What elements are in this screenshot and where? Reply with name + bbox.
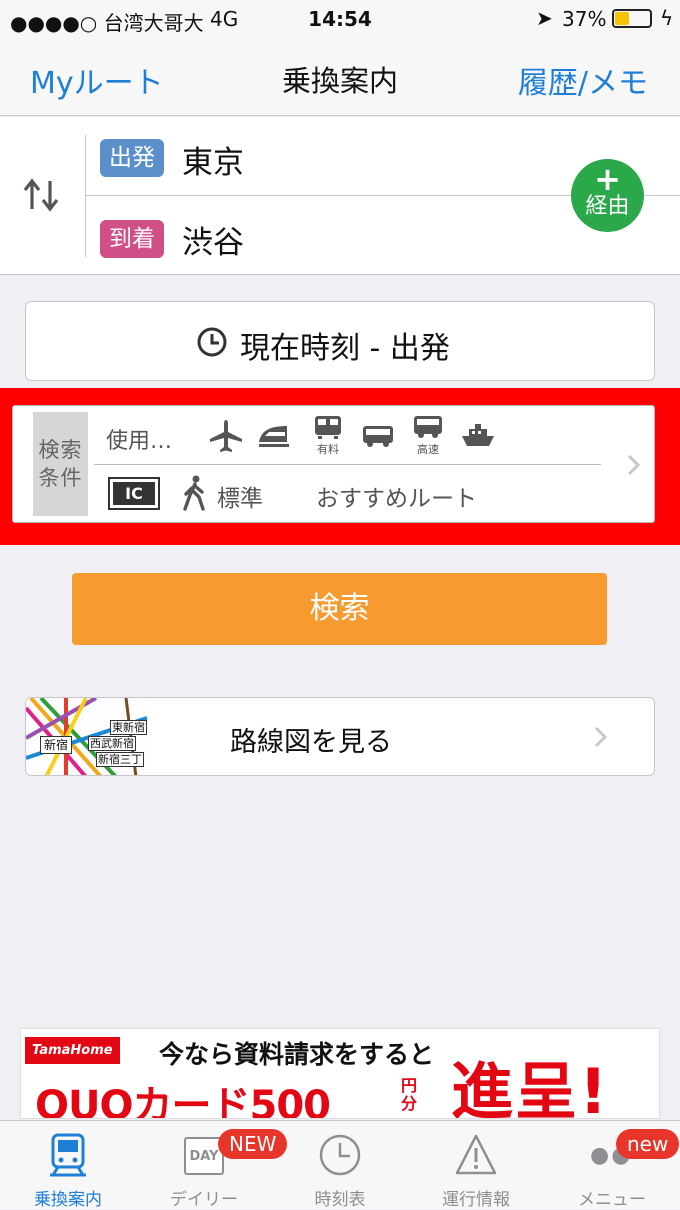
time-button-label: 現在時刻 - 出発 [240,331,450,366]
conditions-label: 検索条件 [33,412,88,516]
highway-label: 高速 [417,443,439,456]
map-station-label: 西武新宿 [88,736,136,751]
swap-stations-button[interactable] [22,175,62,219]
tab-label: デイリー [170,1190,238,1210]
tab-daily[interactable]: DAY NEW デイリー [136,1121,288,1210]
shinkansen-icon [259,426,289,447]
ad-headline: 今なら資料請求をすると [159,1040,435,1069]
search-button[interactable]: 検索 [72,573,607,645]
limited-express-icon [315,416,341,439]
arrival-station: 渋谷 [182,225,244,261]
ad-gift: 進呈! [451,1055,610,1119]
route-input-panel: 出発 東京 到着 渋谷 + 経由 [0,117,680,275]
map-station-label: 東新宿 [110,720,147,735]
plus-icon: + [594,160,621,198]
departure-station: 東京 [182,145,244,181]
limited-express-button: 有料 [311,414,345,457]
location-arrow-icon: ➤ [536,6,553,30]
route-map-label: 路線図を見る [230,727,392,758]
route-map-button[interactable]: 東新宿 新宿 西武新宿 新宿三丁 路線図を見る [25,697,655,776]
status-bar: ●●●●○ 台湾大哥大 4G 14:54 ➤ 37% ϟ [0,0,680,38]
ad-offer: QUOカード500 [35,1083,331,1119]
via-label: 経由 [585,194,630,219]
departure-field[interactable]: 出発 東京 [86,117,556,195]
arrival-tag: 到着 [100,220,164,258]
battery-icon [612,9,652,28]
ad-banner[interactable]: TamaHome 今なら資料請求をすると QUOカード500 円分 進呈! [20,1028,660,1119]
tab-service-info[interactable]: 運行情報 [408,1121,544,1210]
tab-bar: 乗換案内 DAY NEW デイリー 時刻表 運行情報 ●● new メニュー [0,1120,680,1210]
airplane-icon [210,420,242,452]
history-memo-button[interactable]: 履歴/メモ [518,58,648,102]
map-station-label: 新宿 [40,736,73,754]
navigation-bar: 乗換案内 Myルート 履歴/メモ [0,38,680,116]
tab-label: 乗換案内 [34,1190,102,1210]
paid-label: 有料 [317,443,339,456]
train-icon [50,1133,86,1177]
ad-brand-logo: TamaHome [25,1037,120,1064]
route-map-thumbnail: 東新宿 新宿 西武新宿 新宿三丁 [26,698,147,775]
chevron-right-icon [627,454,641,476]
chevron-right-icon [594,726,608,748]
tab-timetable[interactable]: 時刻表 [272,1121,408,1210]
walking-icon [183,475,205,511]
tab-label: 運行情報 [442,1190,510,1210]
warning-icon [455,1134,497,1175]
add-via-button[interactable]: + 経由 [571,159,644,232]
search-conditions-panel[interactable]: 検索条件 使用… 有料 高速 IC 標準 おすすめルート [12,405,655,523]
tab-label: メニュー [578,1190,646,1210]
swap-icon [23,178,59,212]
walk-speed-label: 標準 [217,486,263,512]
clock-icon [319,1134,361,1176]
map-station-label: 新宿三丁 [96,752,144,767]
arrival-field[interactable]: 到着 渋谷 [86,197,556,275]
tab-label: 時刻表 [314,1190,366,1210]
clock-icon [197,327,227,357]
highway-bus-icon [414,416,442,438]
ad-unit: 円分 [401,1076,418,1113]
tab-transit[interactable]: 乗換案内 [0,1121,136,1210]
route-preference-label: おすすめルート [316,486,477,512]
tab-menu[interactable]: ●● new メニュー [544,1121,680,1210]
battery-percent: 37% [562,7,607,31]
usage-label: 使用… [106,429,173,454]
ic-card-icon: IC [108,477,160,510]
highway-bus-button: 高速 [411,414,445,457]
time-setting-button[interactable]: 現在時刻 - 出発 [25,301,655,381]
my-route-button[interactable]: Myルート [30,58,164,102]
charging-icon: ϟ [660,6,674,30]
ferry-icon [462,424,494,446]
bus-icon [363,426,393,447]
new-badge: new [616,1129,680,1159]
departure-tag: 出発 [100,139,164,177]
